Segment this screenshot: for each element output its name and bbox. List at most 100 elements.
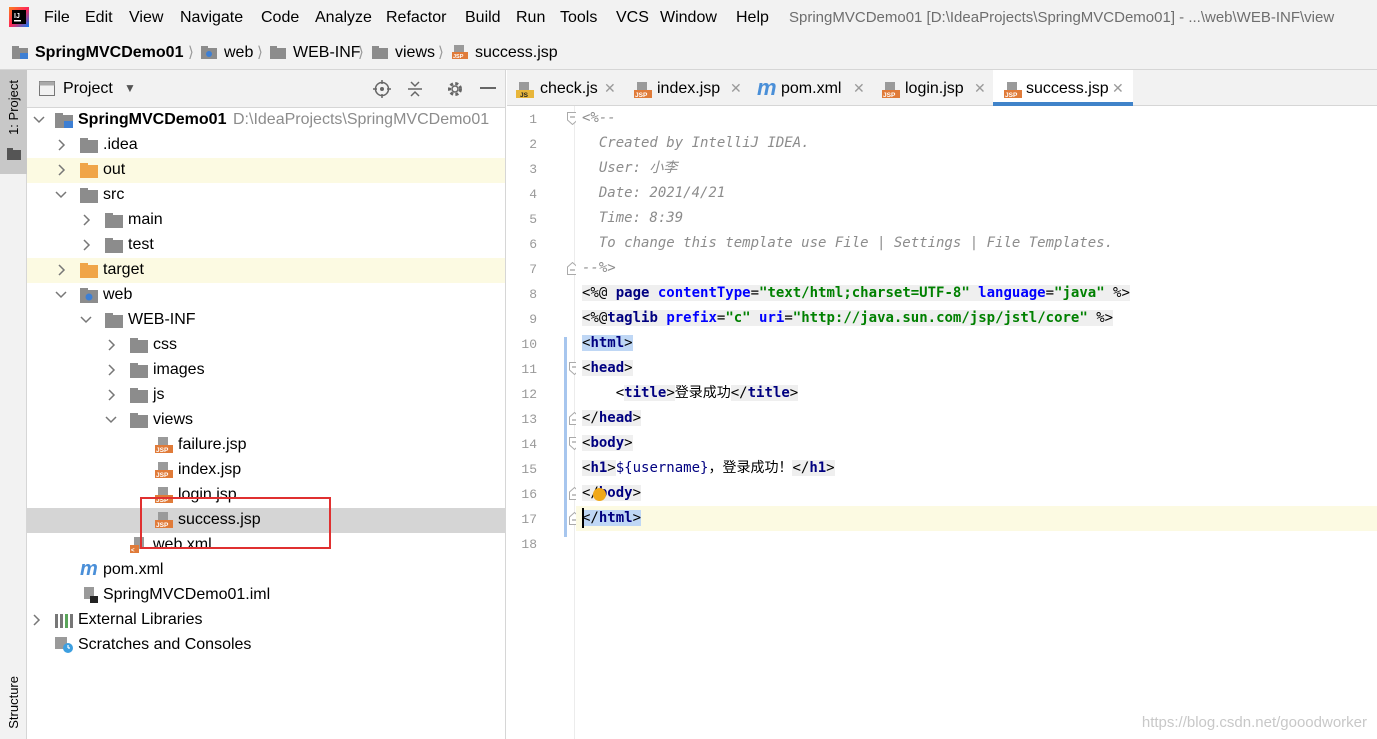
menu-navigate[interactable]: Navigate — [180, 9, 243, 27]
tree-row-css[interactable]: css — [27, 333, 505, 358]
tab-pom-xml[interactable]: m pom.xml ✕ — [749, 70, 873, 106]
menu-vcs[interactable]: VCS — [616, 9, 649, 27]
tree-row-views[interactable]: views — [27, 408, 505, 433]
tab-success-jsp[interactable]: JSP success.jsp ✕ — [993, 70, 1133, 106]
chevron-right-icon: ⟩ — [188, 44, 194, 61]
breadcrumb-item-views[interactable]: views — [395, 44, 435, 62]
folder-icon — [130, 338, 148, 353]
chevron-right-icon[interactable] — [55, 162, 67, 178]
text-cursor — [582, 508, 584, 528]
jsp-file-icon: JSP — [1004, 82, 1022, 98]
tree-row-web-inf[interactable]: WEB-INF — [27, 308, 505, 333]
tree-label: failure.jsp — [178, 436, 247, 453]
chevron-down-icon[interactable] — [55, 287, 67, 303]
menu-tools[interactable]: Tools — [560, 9, 597, 27]
line-number: 3 — [529, 162, 537, 177]
line-number: 10 — [521, 337, 537, 352]
tree-row-src[interactable]: src — [27, 183, 505, 208]
tree-row-scratches[interactable]: Scratches and Consoles — [27, 633, 505, 658]
tab-index-jsp[interactable]: JSP index.jsp ✕ — [625, 70, 749, 106]
menu-build[interactable]: Build — [465, 9, 501, 27]
chevron-right-icon[interactable] — [80, 212, 92, 228]
chevron-down-icon[interactable]: ▼ — [124, 81, 136, 95]
tab-check-js[interactable]: JS check.js ✕ — [507, 70, 625, 106]
excluded-folder-icon — [80, 163, 98, 178]
tree-row-idea[interactable]: .idea — [27, 133, 505, 158]
tree-row-test[interactable]: test — [27, 233, 505, 258]
gear-icon[interactable] — [446, 80, 464, 98]
line-number: 15 — [521, 462, 537, 477]
tree-row-index-jsp[interactable]: JSP index.jsp — [27, 458, 505, 483]
code-line: <head> — [582, 360, 633, 376]
tree-row-iml[interactable]: SpringMVCDemo01.iml — [27, 583, 505, 608]
chevron-right-icon[interactable] — [105, 387, 117, 403]
chevron-right-icon[interactable] — [55, 137, 67, 153]
collapse-all-icon[interactable] — [406, 80, 424, 98]
chevron-down-icon[interactable] — [80, 312, 92, 328]
menu-run[interactable]: Run — [516, 9, 545, 27]
menu-edit[interactable]: Edit — [85, 9, 113, 27]
tree-row-pom-xml[interactable]: m pom.xml — [27, 558, 505, 583]
line-number: 7 — [529, 262, 537, 277]
locate-icon[interactable] — [373, 80, 391, 98]
tree-row-target[interactable]: target — [27, 258, 505, 283]
menu-refactor[interactable]: Refactor — [386, 9, 446, 27]
tree-row-failure-jsp[interactable]: JSP failure.jsp — [27, 433, 505, 458]
line-number: 6 — [529, 237, 537, 252]
line-number: 2 — [529, 137, 537, 152]
breadcrumb-item-project[interactable]: SpringMVCDemo01 — [35, 44, 183, 62]
project-folder-icon — [12, 46, 28, 59]
tree-row-web[interactable]: web — [27, 283, 505, 308]
breadcrumb-item-web-inf[interactable]: WEB-INF — [293, 44, 361, 62]
chevron-right-icon[interactable] — [105, 337, 117, 353]
menu-view[interactable]: View — [129, 9, 163, 27]
menu-window[interactable]: Window — [660, 9, 717, 27]
folder-icon — [7, 148, 21, 160]
chevron-right-icon[interactable] — [55, 262, 67, 278]
menu-analyze[interactable]: Analyze — [315, 9, 372, 27]
chevron-down-icon[interactable] — [105, 412, 117, 428]
breadcrumb-item-success-jsp[interactable]: success.jsp — [475, 44, 558, 62]
minimize-icon[interactable] — [480, 87, 496, 89]
menu-file[interactable]: File — [44, 9, 70, 27]
line-number: 18 — [521, 537, 537, 552]
tree-row-project-root[interactable]: SpringMVCDemo01 D:\IdeaProjects\SpringMV… — [27, 108, 505, 133]
maven-icon: m — [757, 75, 777, 100]
close-icon[interactable]: ✕ — [853, 80, 865, 97]
line-number: 1 — [529, 112, 537, 127]
tree-row-out[interactable]: out — [27, 158, 505, 183]
svg-text:IJ: IJ — [14, 13, 20, 20]
chevron-down-icon[interactable] — [33, 112, 45, 128]
project-tool-label: 1: Project — [6, 80, 21, 135]
folder-icon — [105, 213, 123, 228]
tree-row-external-libraries[interactable]: External Libraries — [27, 608, 505, 633]
chevron-right-icon[interactable] — [30, 612, 42, 628]
jsp-file-icon: JSP — [155, 437, 173, 453]
chevron-right-icon[interactable] — [105, 362, 117, 378]
close-icon[interactable]: ✕ — [730, 80, 742, 97]
menu-help[interactable]: Help — [736, 9, 769, 27]
code-editor[interactable]: <%-- Created by IntelliJ IDEA. User: 小李 … — [576, 106, 1377, 739]
code-line: <%@taglib prefix="c" uri="http://java.su… — [582, 310, 1114, 326]
code-line: <h1>${username}，登录成功！</h1> — [582, 460, 835, 476]
scratches-icon — [55, 637, 73, 653]
chevron-down-icon[interactable] — [55, 187, 67, 203]
chevron-right-icon[interactable] — [80, 237, 92, 253]
line-number: 9 — [529, 312, 537, 327]
close-icon[interactable]: ✕ — [974, 80, 986, 97]
tree-row-js[interactable]: js — [27, 383, 505, 408]
breadcrumb-item-web[interactable]: web — [224, 44, 253, 62]
project-tool-button[interactable]: 1: Project — [0, 70, 27, 174]
left-tool-strip: 1: Project Structure — [0, 70, 27, 739]
project-view-title[interactable]: Project — [63, 80, 113, 98]
tree-row-main[interactable]: main — [27, 208, 505, 233]
tab-login-jsp[interactable]: JSP login.jsp ✕ — [873, 70, 993, 106]
tree-row-images[interactable]: images — [27, 358, 505, 383]
close-icon[interactable]: ✕ — [604, 80, 616, 97]
close-icon[interactable]: ✕ — [1112, 80, 1124, 97]
menu-code[interactable]: Code — [261, 9, 299, 27]
structure-tool-button[interactable]: Structure — [6, 676, 21, 729]
js-file-icon: JS — [516, 82, 534, 98]
intention-bulb-icon[interactable] — [593, 488, 606, 501]
code-line: To change this template use File | Setti… — [582, 235, 1114, 251]
